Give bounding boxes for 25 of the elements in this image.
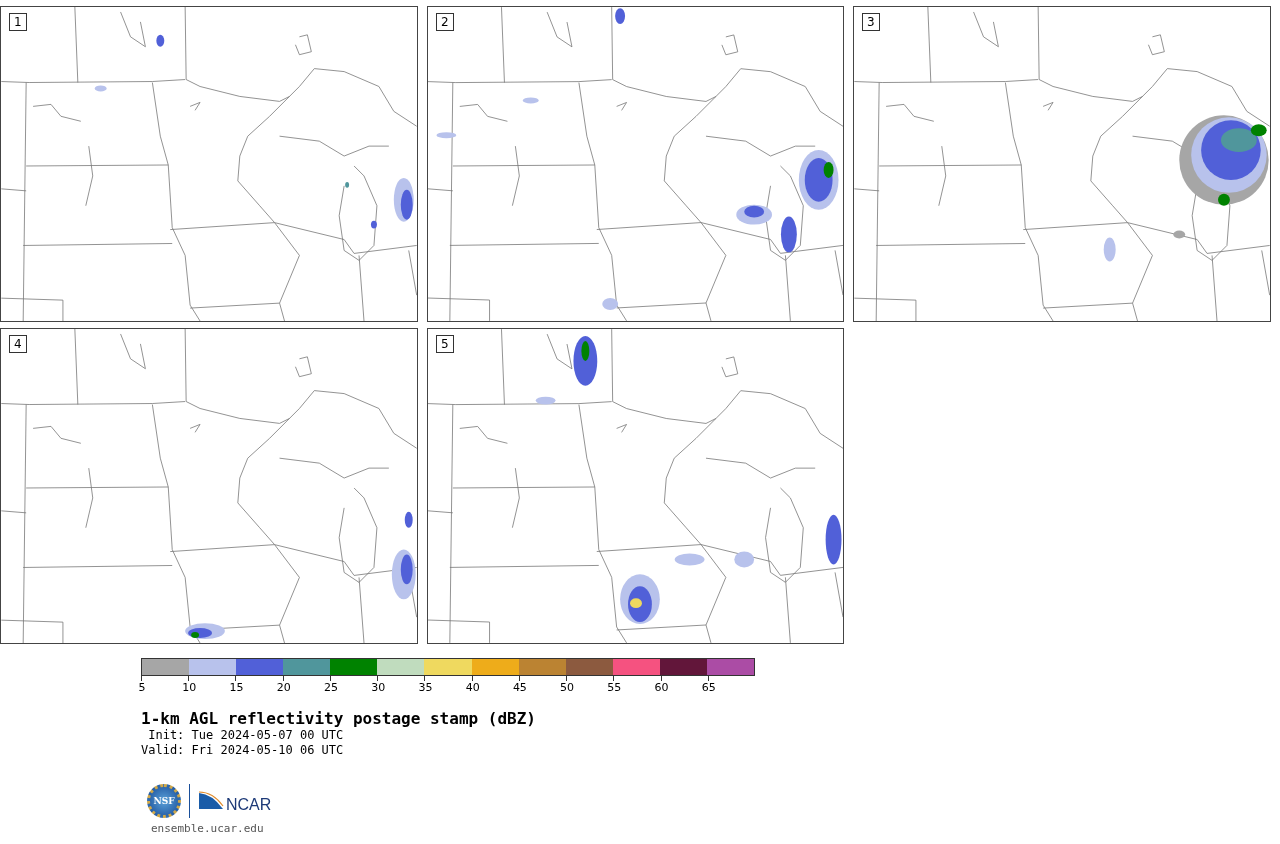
tick-label: 35 [418,681,433,694]
swoosh-icon [198,791,224,811]
tick-label: 50 [560,681,575,694]
website-url: ensemble.ucar.edu [151,822,265,835]
tick-label: 25 [323,681,338,694]
panel-number: 3 [862,13,880,31]
panel-number: 5 [436,335,454,353]
tick-label: 15 [229,681,244,694]
valid-time: Valid: Fri 2024-05-10 06 UTC [141,743,345,758]
tick-label: 10 [182,681,197,694]
tick-label: 65 [701,681,716,694]
tick-label: 45 [512,681,527,694]
tick-label: 55 [607,681,622,694]
panel-number: 4 [9,335,27,353]
panel-number: 1 [9,13,27,31]
tick-label: 5 [138,681,146,694]
tick-label: 40 [465,681,480,694]
panel-number: 2 [436,13,454,31]
tick-label: 20 [276,681,291,694]
tick-label: 60 [654,681,669,694]
seal-logo: NSF [147,784,181,818]
init-time: Init: Tue 2024-05-07 00 UTC [147,728,345,743]
plot-title: 1-km AGL reflectivity postage stamp (dBZ) [141,709,537,728]
tick-label: 30 [371,681,386,694]
ncar-logo: NCAR [226,796,272,814]
